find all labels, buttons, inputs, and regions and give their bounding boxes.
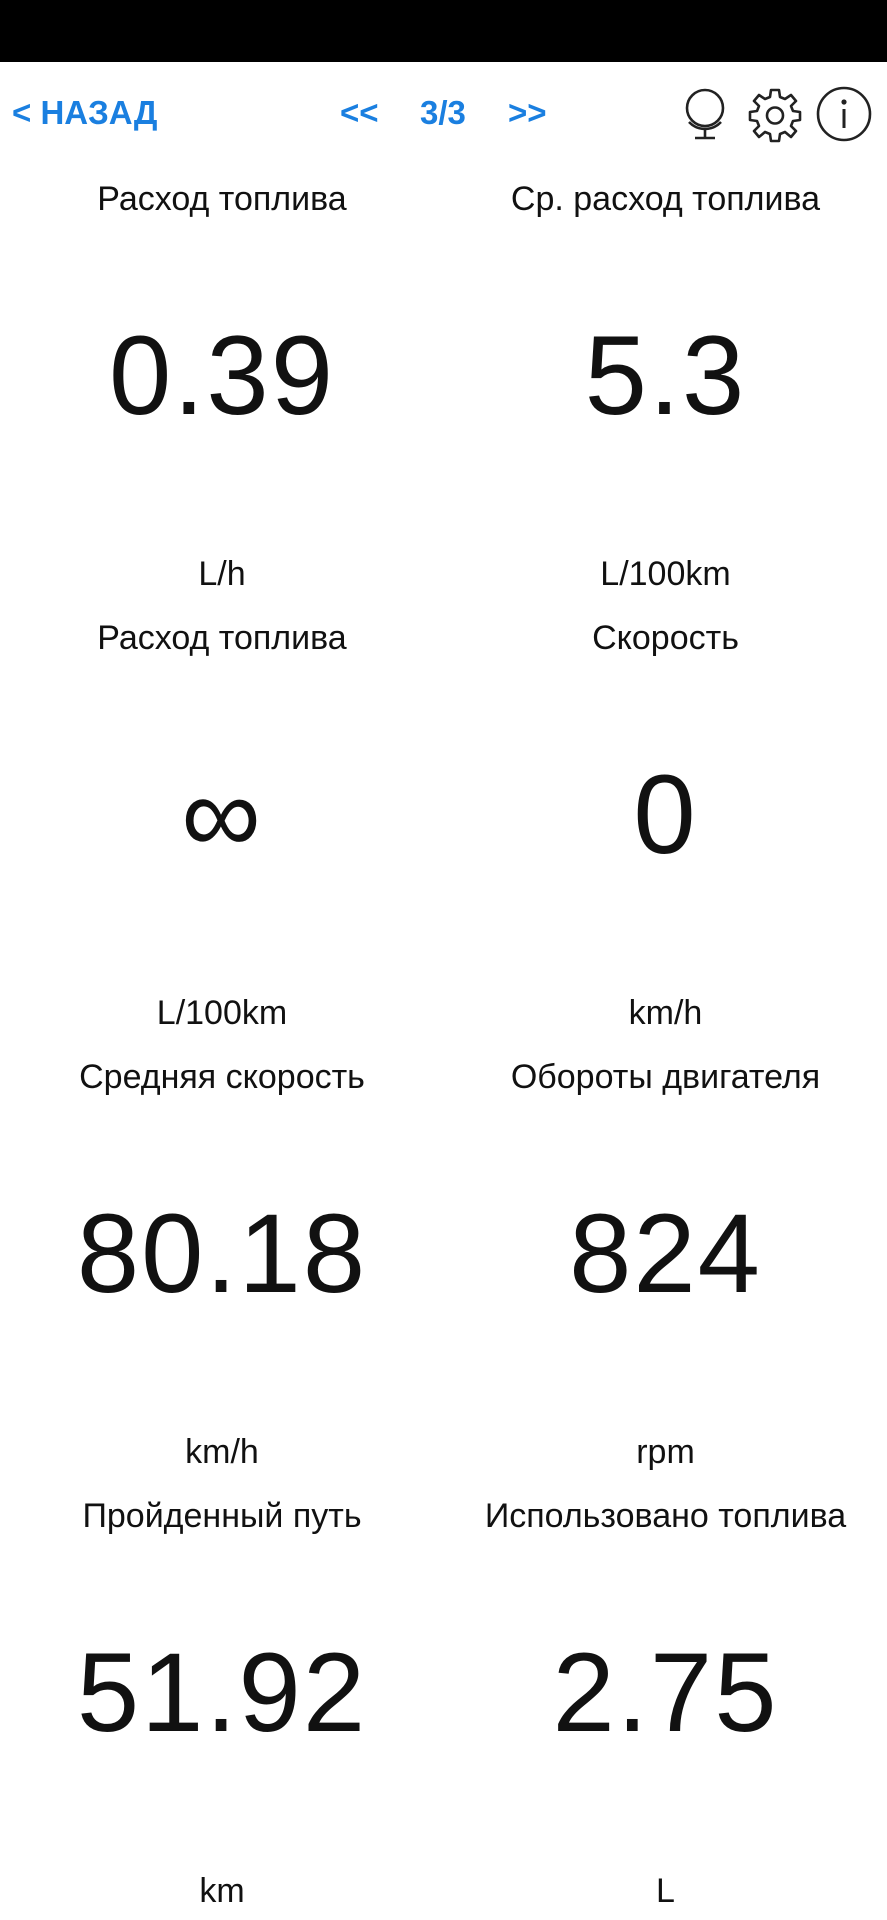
metric-unit: L/100km [156, 994, 288, 1032]
metric-unit: km [199, 1872, 245, 1910]
metric-fuel-used[interactable]: Использовано топлива 2.75 L [444, 1487, 887, 1920]
metric-label: Обороты двигателя [510, 1058, 821, 1096]
metric-unit: L/h [198, 555, 246, 593]
metric-value: 2.75 [552, 1630, 779, 1755]
metric-label: Скорость [592, 619, 739, 657]
metric-unit: rpm [636, 1433, 695, 1471]
metric-distance[interactable]: Пройденный путь 51.92 km [0, 1487, 444, 1920]
pager: << 3/3 >> [340, 94, 568, 132]
info-icon [816, 86, 872, 142]
metric-label: Расход топлива [97, 619, 347, 657]
info-button[interactable] [814, 84, 874, 144]
metric-value: 0 [633, 752, 698, 877]
page-indicator: 3/3 [420, 94, 466, 131]
prev-page-button[interactable]: << [340, 94, 420, 132]
metric-value: 824 [569, 1191, 762, 1316]
metric-value: 5.3 [584, 313, 747, 438]
metric-value: 51.92 [76, 1630, 368, 1755]
metric-label: Средняя скорость [79, 1058, 365, 1096]
metric-label: Расход топлива [97, 180, 347, 218]
metric-value: ∞ [181, 752, 263, 877]
settings-button[interactable] [745, 84, 805, 144]
metric-unit: km/h [628, 994, 703, 1032]
metric-unit: L [656, 1872, 675, 1910]
metric-avg-fuel-rate[interactable]: Ср. расход топлива 5.3 L/100km [444, 170, 887, 609]
status-bar [0, 0, 887, 62]
metric-fuel-rate-lh[interactable]: Расход топлива 0.39 L/h [0, 170, 444, 609]
metric-label: Ср. расход топлива [510, 180, 821, 218]
metric-label: Пройденный путь [82, 1497, 362, 1535]
metric-avg-speed[interactable]: Средняя скорость 80.18 km/h [0, 1048, 444, 1487]
next-page-button[interactable]: >> [508, 94, 568, 132]
metric-value: 80.18 [76, 1191, 368, 1316]
metric-speed[interactable]: Скорость 0 km/h [444, 609, 887, 1048]
globe-icon [685, 88, 725, 140]
metric-label: Использовано топлива [484, 1497, 847, 1535]
toolbar: < НАЗАД << 3/3 >> [0, 62, 887, 170]
metric-unit: L/100km [600, 555, 731, 593]
metric-fuel-rate-l100[interactable]: Расход топлива ∞ L/100km [0, 609, 444, 1048]
metric-unit: km/h [185, 1433, 259, 1471]
globe-button[interactable] [675, 84, 735, 144]
metric-value: 0.39 [109, 313, 335, 438]
metric-engine-rpm[interactable]: Обороты двигателя 824 rpm [444, 1048, 887, 1487]
gear-icon [748, 88, 802, 143]
back-button[interactable]: < НАЗАД [12, 94, 157, 132]
metrics-grid: Расход топлива 0.39 L/h Ср. расход топли… [0, 170, 887, 1920]
